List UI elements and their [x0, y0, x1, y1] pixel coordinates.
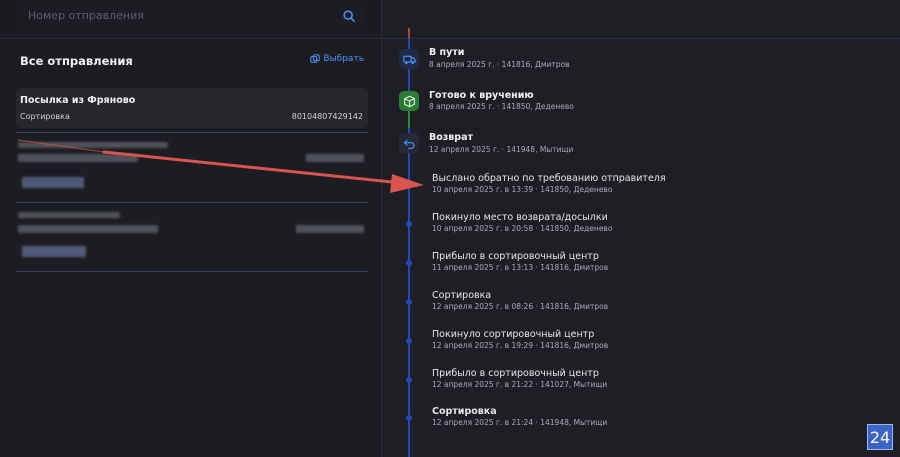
event-title: Выслано обратно по требованию отправител… [432, 173, 666, 184]
timeline-ready-segment [408, 111, 410, 128]
redacted-text [18, 142, 168, 148]
event-subtitle: 12 апреля 2025 г. в 19:29 · 141816, Дмит… [432, 341, 609, 350]
search-bar [0, 0, 381, 33]
stage-subtitle-transit: 8 апреля 2025 г. · 141816, Дмитров [429, 60, 570, 69]
event-dot [406, 299, 412, 305]
stage-title-ready: Готово к вручению [429, 90, 534, 101]
redacted-text [18, 225, 158, 233]
stage-subtitle-return: 12 апреля 2025 г. · 141948, Мытищи [429, 145, 574, 154]
shipment-card-active[interactable]: Посылка из Фряново Сортировка 8010480742… [16, 88, 368, 128]
search-icon[interactable] [342, 9, 356, 23]
event-subtitle: 12 апреля 2025 г. в 08:26 · 141816, Дмит… [432, 302, 609, 311]
shipments-panel: Все отправления Выбрать Посылка из Фряно… [0, 38, 381, 457]
shipment-number: 80104807429142 [291, 112, 363, 121]
panel-title: Все отправления [20, 54, 133, 68]
timeline-stub [408, 28, 410, 38]
stage-subtitle-ready: 8 апреля 2025 г. · 141850, Деденево [429, 102, 574, 111]
event-title: Сортировка [432, 406, 497, 417]
stage-title-transit: В пути [429, 47, 465, 58]
redacted-text [18, 154, 138, 162]
event-subtitle: 10 апреля 2025 г. в 20:58 · 141850, Деде… [432, 224, 613, 233]
package-icon [399, 91, 419, 111]
list-divider [16, 271, 368, 272]
event-dot [406, 338, 412, 344]
event-subtitle: 11 апреля 2025 г. в 13:13 · 141816, Дмит… [432, 263, 609, 272]
event-title: Сортировка [432, 290, 492, 301]
event-title: Покинуло сортировочный центр [432, 329, 595, 340]
event-title: Покинуло место возврата/досылки [432, 212, 608, 223]
event-subtitle: 10 апреля 2025 г. в 13:39 · 141850, Деде… [432, 185, 613, 194]
event-subtitle: 12 апреля 2025 г. в 21:22 · 141027, Мыти… [432, 380, 608, 389]
shipment-title: Посылка из Фряново [20, 95, 136, 106]
watermark-logo: 24 [867, 424, 893, 450]
redacted-text [18, 212, 120, 218]
select-icon [310, 54, 321, 63]
list-divider [16, 132, 368, 133]
tracking-timeline: В пути 8 апреля 2025 г. · 141816, Дмитро… [382, 0, 900, 457]
event-dot [406, 377, 412, 383]
event-dot [406, 182, 412, 188]
choose-button[interactable]: Выбрать [310, 54, 364, 64]
redacted-text [22, 177, 84, 188]
choose-button-label: Выбрать [323, 54, 364, 64]
redacted-text [306, 154, 364, 162]
event-dot [406, 415, 412, 421]
redacted-text [296, 225, 364, 233]
event-dot [406, 260, 412, 266]
truck-icon [399, 49, 419, 69]
stage-title-return: Возврат [429, 132, 474, 143]
event-dot [406, 221, 412, 227]
search-field[interactable] [16, 4, 364, 29]
header-divider [382, 38, 900, 39]
shipment-status: Сортировка [20, 112, 70, 121]
return-icon [399, 133, 419, 153]
event-title: Прибыло в сортировочный центр [432, 368, 599, 379]
event-title: Прибыло в сортировочный центр [432, 251, 599, 262]
list-divider [16, 202, 368, 203]
redacted-text [22, 246, 86, 257]
event-subtitle: 12 апреля 2025 г. в 21:24 · 141948, Мыти… [432, 418, 608, 427]
search-input[interactable] [28, 9, 328, 22]
